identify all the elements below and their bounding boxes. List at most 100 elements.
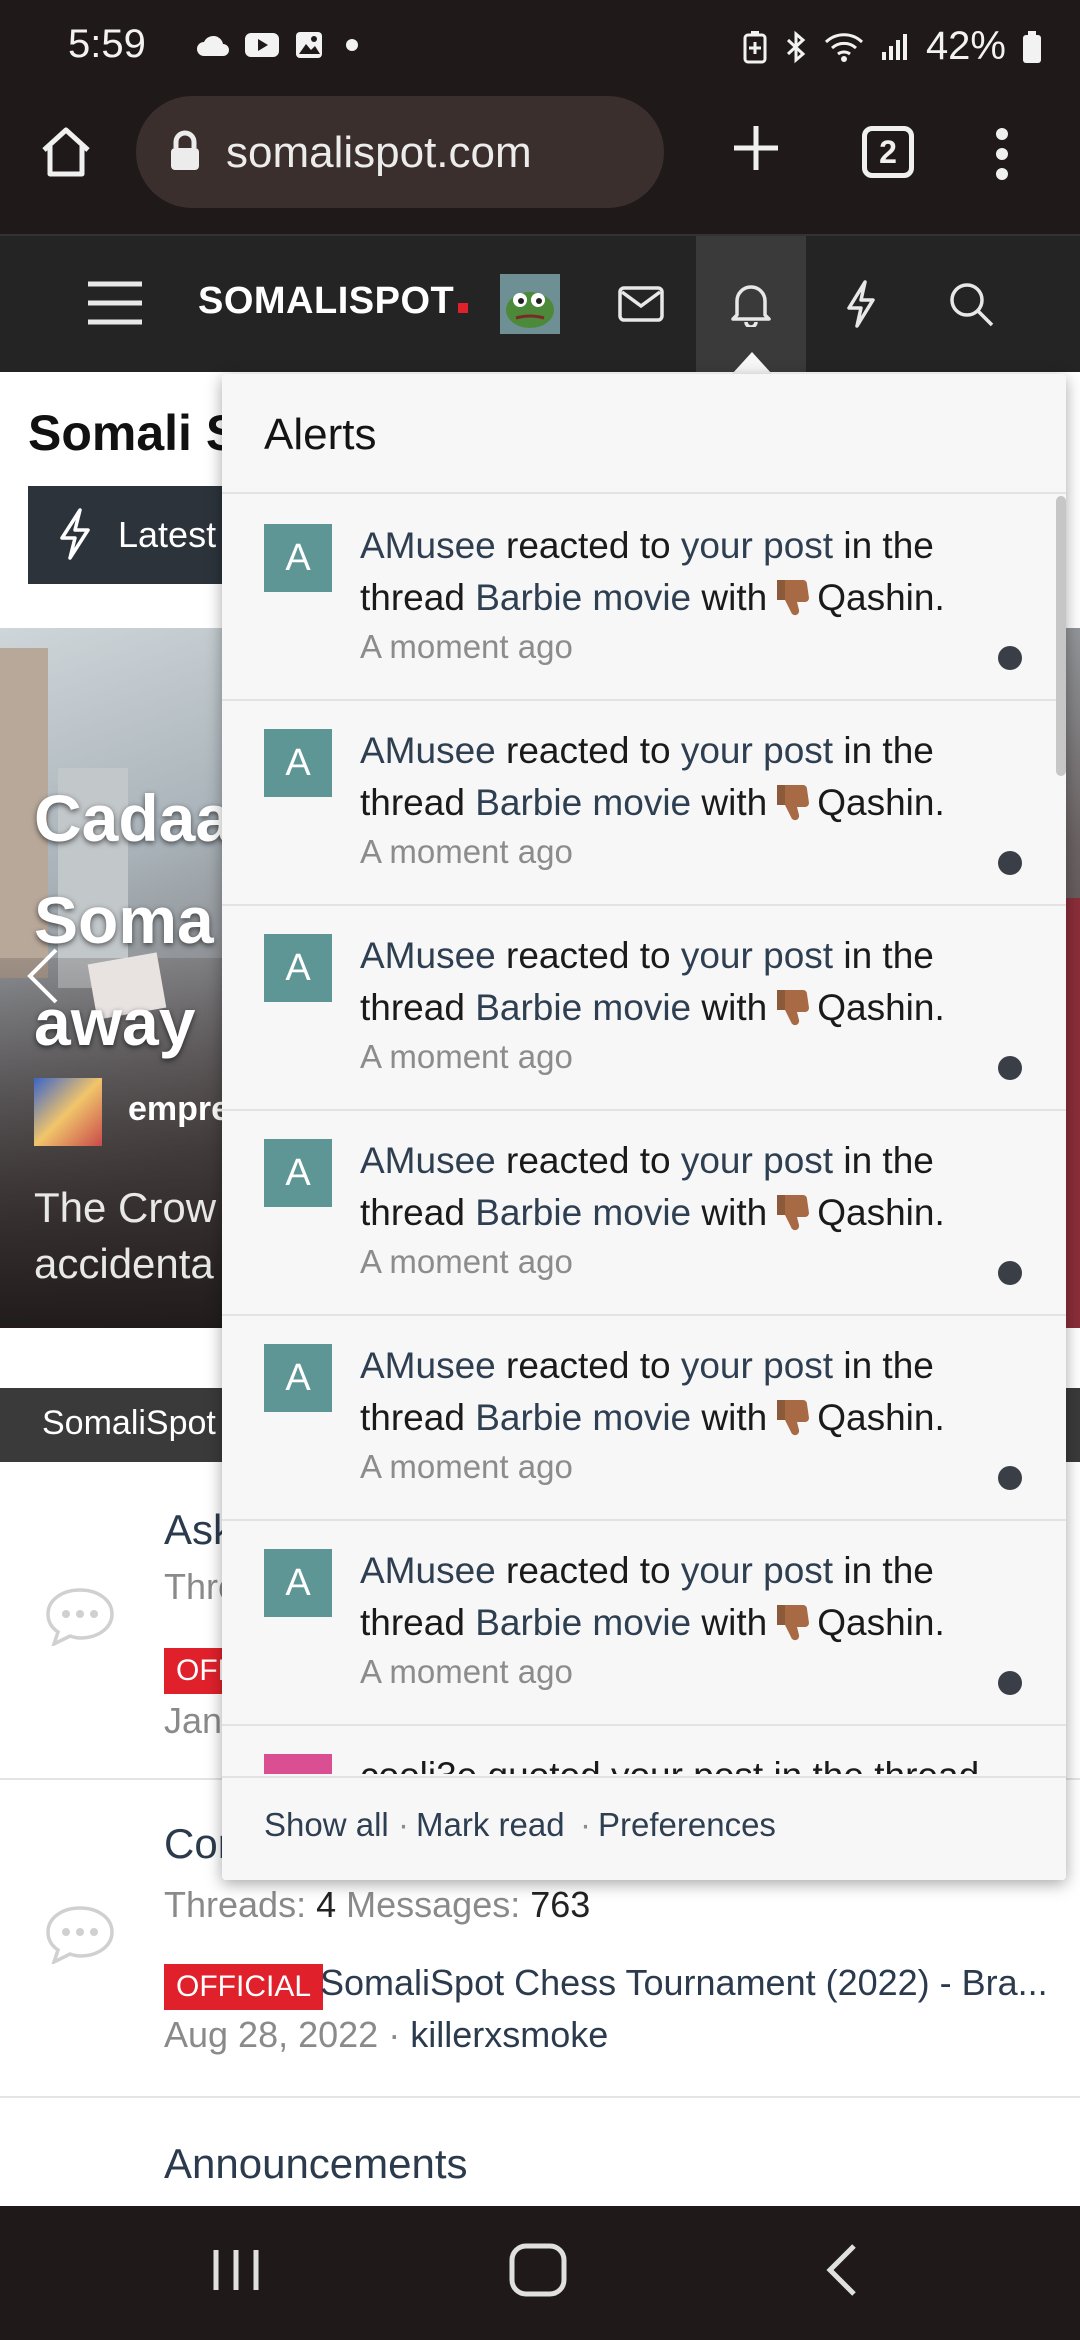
signal-icon (881, 33, 907, 60)
node-author[interactable]: killerxsmoke (410, 2014, 608, 2055)
status-time: 5:59 (68, 22, 146, 66)
alert-end: . (934, 1192, 945, 1233)
threads-count: 4 (316, 1884, 337, 1925)
alert-post-link[interactable]: your post (681, 1550, 833, 1591)
alert-post-link[interactable]: your post (681, 1140, 833, 1181)
alert-end: . (934, 987, 945, 1028)
alert-user-link[interactable]: AMusee (360, 1345, 496, 1386)
avatar[interactable]: A (264, 729, 332, 797)
alerts-list[interactable]: A AMusee reacted to your post in the thr… (222, 496, 1066, 1774)
scrollbar[interactable] (1056, 496, 1066, 776)
alert-user-link[interactable]: AMusee (360, 525, 496, 566)
alert-item[interactable]: A AMusee reacted to your post in the thr… (222, 701, 1066, 906)
alert-reaction: Qashin (817, 1602, 935, 1643)
alert-post-link[interactable]: your post (681, 935, 833, 976)
new-tab-icon[interactable] (726, 118, 786, 178)
alert-user-link[interactable]: AMusee (360, 1550, 496, 1591)
unread-dot[interactable] (998, 1671, 1022, 1695)
inbox-button[interactable] (586, 236, 696, 372)
address-bar[interactable]: somalispot.com (136, 96, 664, 208)
chat-bubble-icon (46, 1588, 114, 1646)
back-icon[interactable] (820, 2234, 864, 2306)
alert-item[interactable]: A AMusee reacted to your post in the thr… (222, 1521, 1066, 1726)
alert-time: A moment ago (360, 628, 573, 665)
alert-with: with (701, 577, 768, 618)
alert-user-link[interactable]: AMusee (360, 1140, 496, 1181)
forum-node[interactable]: Announcements (0, 2098, 1080, 2206)
alerts-dropdown: Alerts A AMusee reacted to your post in … (222, 374, 1066, 1880)
youtube-icon (245, 33, 279, 57)
alert-thread-link[interactable]: Barbie movie (475, 987, 691, 1028)
alert-thread-link[interactable]: Barbie movie (475, 782, 691, 823)
alert-with: with (701, 782, 768, 823)
hero-description-line: The Crow (34, 1184, 217, 1231)
home-icon[interactable] (36, 122, 96, 182)
avatar[interactable] (264, 1754, 332, 1774)
unread-dot[interactable] (998, 1056, 1022, 1080)
node-title[interactable]: Announcements (164, 2140, 468, 2188)
alert-reaction: Qashin (817, 1192, 935, 1233)
hero-title-line[interactable]: Cadaa (34, 780, 232, 856)
alert-action: reacted to (506, 525, 671, 566)
battery-saver-icon (743, 30, 767, 63)
whats-new-button[interactable] (806, 236, 916, 372)
more-menu-icon[interactable] (994, 124, 1010, 184)
status-bar: 5:59 42% (0, 0, 1080, 96)
alert-thread-link[interactable]: Barbie movie (475, 1602, 691, 1643)
unread-dot[interactable] (998, 1466, 1022, 1490)
alert-post-link[interactable]: your post (681, 525, 833, 566)
carousel-prev-icon[interactable] (22, 946, 62, 1006)
status-notification-icons (196, 30, 358, 60)
alert-item[interactable]: A AMusee reacted to your post in the thr… (222, 1316, 1066, 1521)
alert-item[interactable]: A AMusee reacted to your post in the thr… (222, 496, 1066, 701)
search-button[interactable] (916, 236, 1026, 372)
search-icon (950, 283, 994, 327)
avatar[interactable]: A (264, 1139, 332, 1207)
tab-switcher-button[interactable]: 2 (862, 126, 914, 178)
alert-item[interactable]: cooli3e quoted your post in the thread (222, 1726, 1066, 1774)
alert-post-link[interactable]: your post (681, 1345, 833, 1386)
url-text: somalispot.com (226, 128, 532, 177)
alert-user-link[interactable]: AMusee (360, 730, 496, 771)
avatar[interactable]: A (264, 1549, 332, 1617)
alert-thread-link[interactable]: Barbie movie (475, 577, 691, 618)
node-date: Aug 28, 2022 (164, 2014, 379, 2055)
mark-read-link[interactable]: Mark read (416, 1806, 565, 1844)
unread-dot[interactable] (998, 851, 1022, 875)
cloud-icon (197, 35, 229, 56)
alert-time: A moment ago (360, 1448, 573, 1485)
thumbs-down-icon (777, 785, 810, 821)
avatar[interactable]: A (264, 934, 332, 1002)
alert-reaction: Qashin (817, 987, 935, 1028)
messages-count: 763 (530, 1884, 591, 1925)
unread-dot[interactable] (998, 1261, 1022, 1285)
alert-with: with (701, 1602, 768, 1643)
home-nav-icon[interactable] (506, 2234, 570, 2306)
alert-post-link[interactable]: your post (681, 730, 833, 771)
alert-item[interactable]: A AMusee reacted to your post in the thr… (222, 906, 1066, 1111)
alert-text: AMusee reacted to your post in the threa… (360, 1340, 980, 1444)
avatar[interactable]: A (264, 524, 332, 592)
site-logo[interactable]: SOMALISPOT (198, 280, 469, 323)
hamburger-menu-icon[interactable] (86, 280, 144, 326)
hero-author[interactable]: empre (128, 1090, 230, 1129)
status-system-icons: 42% (742, 24, 1042, 69)
alert-action: reacted to (506, 1345, 671, 1386)
thumbs-down-icon (777, 1195, 810, 1231)
alert-item[interactable]: A AMusee reacted to your post in the thr… (222, 1111, 1066, 1316)
recent-apps-icon[interactable] (208, 2234, 264, 2306)
node-date: Jan (164, 1700, 223, 1741)
wifi-icon (824, 32, 863, 62)
alert-thread-link[interactable]: Barbie movie (475, 1397, 691, 1438)
avatar[interactable]: A (264, 1344, 332, 1412)
author-avatar[interactable] (34, 1078, 102, 1146)
user-avatar[interactable] (500, 274, 560, 334)
alert-thread-link[interactable]: Barbie movie (475, 1192, 691, 1233)
alert-reaction: Qashin (817, 782, 935, 823)
alerts-header: Alerts (222, 374, 1066, 494)
show-all-link[interactable]: Show all (264, 1806, 389, 1844)
alert-user-link[interactable]: AMusee (360, 935, 496, 976)
unread-dot[interactable] (998, 646, 1022, 670)
preferences-link[interactable]: Preferences (598, 1806, 776, 1844)
latest-thread-link[interactable]: SomaliSpot Chess Tournament (2022) - Bra… (320, 1962, 1048, 2004)
